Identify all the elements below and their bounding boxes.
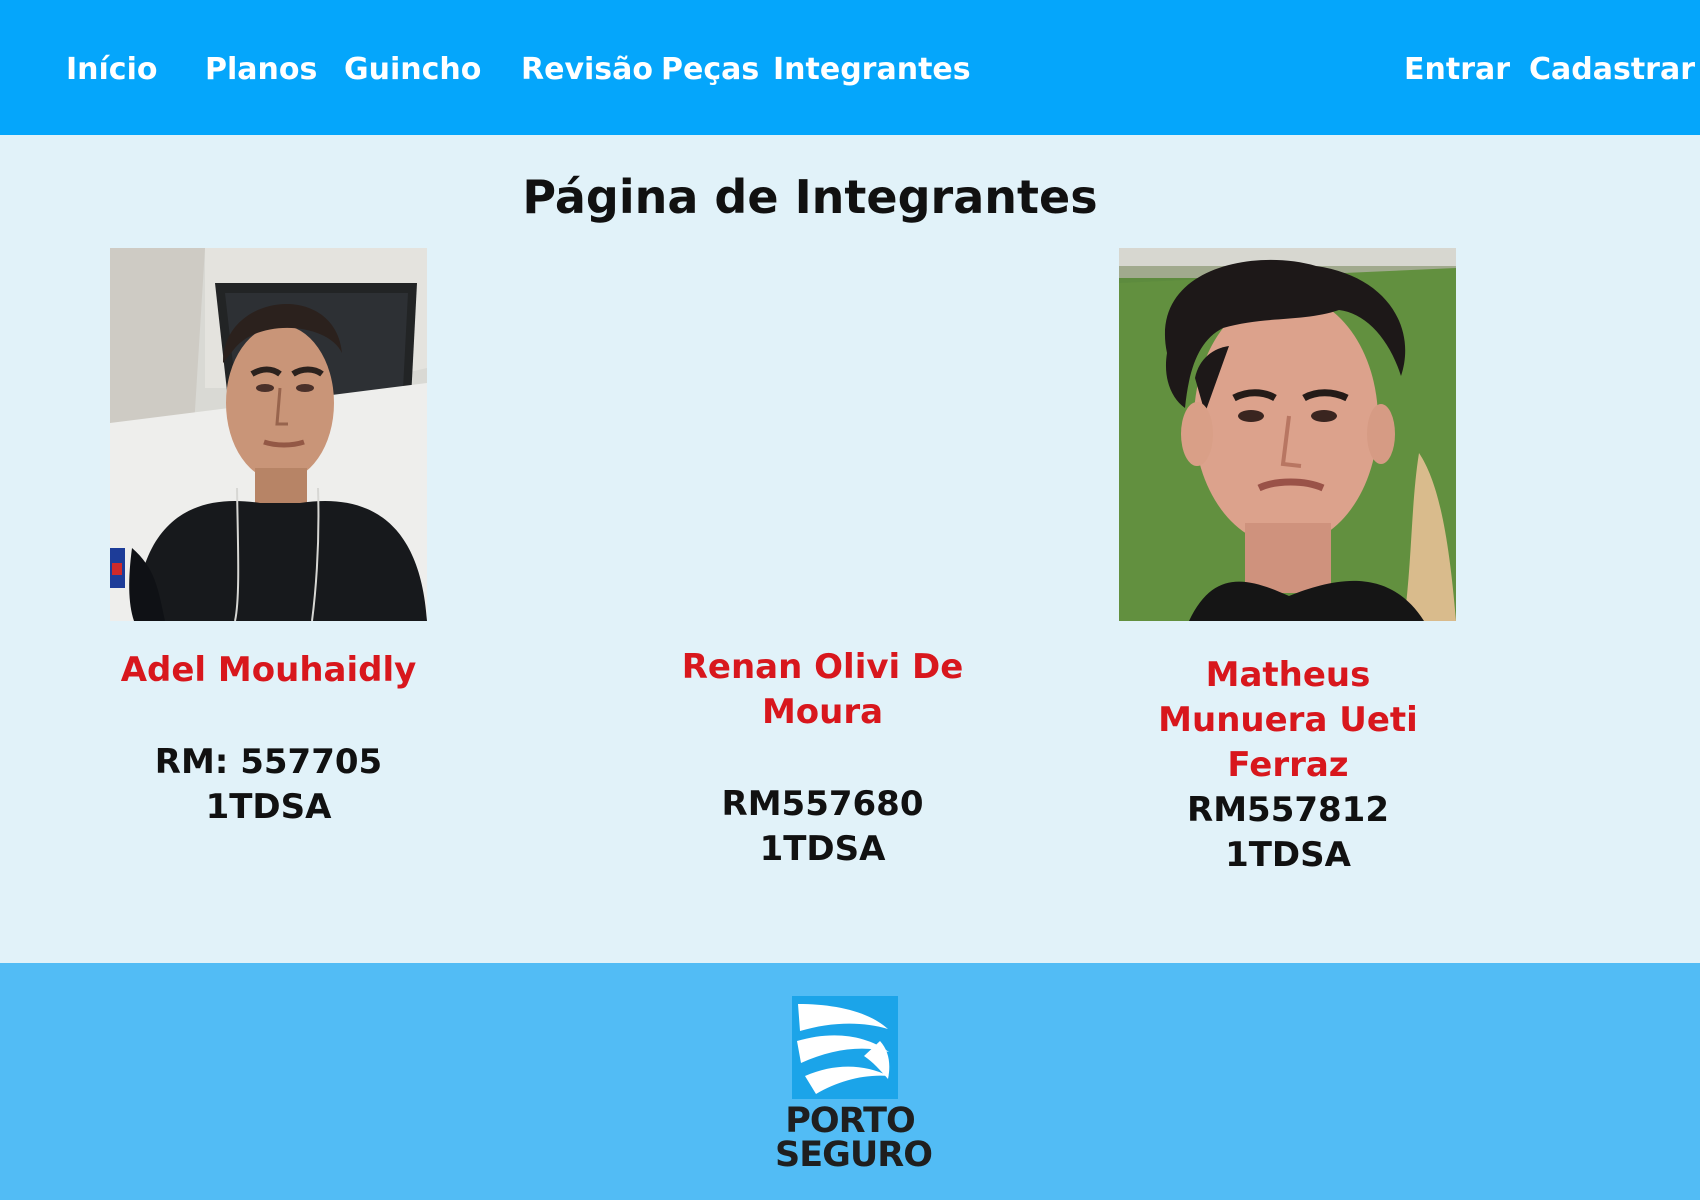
porto-seguro-logo[interactable]: PORTO SEGURO (775, 996, 933, 1186)
porto-seguro-wordmark: PORTO SEGURO (775, 1101, 933, 1175)
member-class-matheus: 1TDSA (1225, 835, 1351, 875)
nav-link-inicio[interactable]: Início (66, 52, 157, 88)
site-footer: PORTO SEGURO (0, 963, 1700, 1200)
nav-link-integrantes[interactable]: Integrantes (773, 52, 971, 88)
member-class-adel: 1TDSA (205, 787, 332, 827)
member-rm-adel: RM: 557705 (154, 742, 383, 782)
member-info-matheus: RM557812 1TDSA (1125, 788, 1451, 878)
member-photo-adel (110, 248, 427, 621)
login-link[interactable]: Entrar (1404, 52, 1510, 88)
nav-link-planos[interactable]: Planos (205, 52, 317, 88)
porto-seguro-logo-icon (792, 996, 898, 1099)
photo-matheus-munuera-ueti-ferraz (1119, 248, 1456, 621)
nav-link-guincho[interactable]: Guincho (344, 52, 481, 88)
member-info-adel: RM: 557705 1TDSA (75, 740, 462, 830)
logo-text-porto: PORTO (785, 1101, 915, 1141)
member-rm-renan: RM557680 (721, 784, 924, 824)
member-photo-matheus (1119, 248, 1456, 621)
member-name-adel: Adel Mouhaidly (120, 650, 417, 690)
register-link[interactable]: Cadastrar (1529, 52, 1695, 88)
member-class-renan: 1TDSA (759, 829, 886, 869)
photo-adel-mouhaidly (110, 248, 427, 621)
page-title: Página de Integrantes (522, 170, 1098, 224)
member-rm-matheus: RM557812 (1187, 790, 1389, 830)
member-name-matheus: Matheus Munuera Ueti Ferraz (1158, 655, 1418, 785)
logo-text-seguro: SEGURO (775, 1135, 933, 1175)
member-info-renan: RM557680 1TDSA (676, 782, 969, 872)
top-navigation-bar: Início Planos Guincho Revisão Peças Inte… (0, 0, 1700, 135)
nav-link-revisao[interactable]: Revisão (521, 52, 653, 88)
member-name-renan: Renan Olivi De Moura (681, 647, 964, 732)
nav-link-pecas[interactable]: Peças (661, 52, 759, 88)
